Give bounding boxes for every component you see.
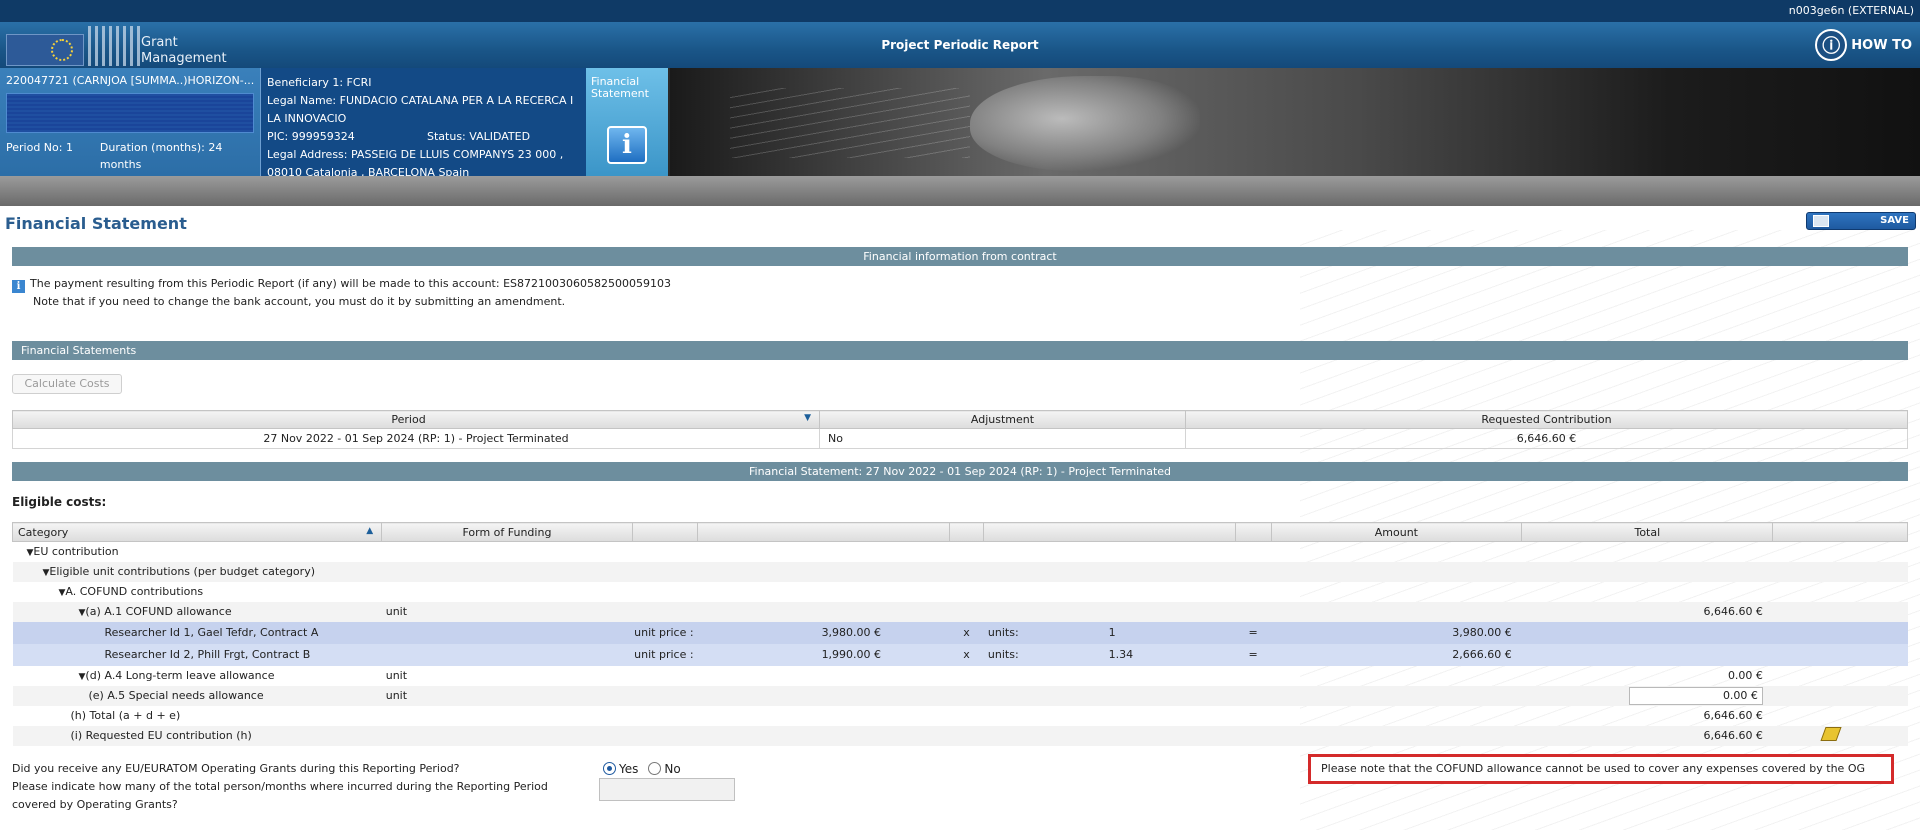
- column-header-form[interactable]: Form of Funding: [381, 522, 633, 542]
- financial-statements-header: Financial Statements: [12, 341, 1908, 360]
- total-value: 6,646.60 €: [1521, 601, 1773, 622]
- beneficiary-legal-name: Legal Name: FUNDACIO CATALANA PER A LA R…: [267, 94, 574, 125]
- total-value: 6,646.60 €: [1703, 709, 1763, 722]
- project-panel: 220047721 (CARNJOA [SUMMA..)HORIZON-... …: [0, 68, 260, 176]
- tree-row-eligible-unit[interactable]: ▼Eligible unit contributions (per budget…: [12, 561, 1908, 582]
- tree-row-eu[interactable]: ▼EU contribution: [13, 542, 1908, 562]
- og-question-2b: covered by Operating Grants?: [12, 798, 178, 811]
- header-decorative-image: [670, 68, 1920, 176]
- researcher-row[interactable]: Researcher Id 2, Phill Frgt, Contract B …: [12, 643, 1908, 666]
- logo-line-2: Management: [141, 51, 227, 66]
- og-radio-group: Yes No: [603, 762, 681, 776]
- adjustment-cell: No: [819, 428, 1186, 449]
- beneficiary-name: Beneficiary 1: FCRI: [267, 76, 372, 89]
- edit-icon[interactable]: [1820, 727, 1842, 741]
- project-pattern-graphic: [6, 93, 254, 133]
- howto-button[interactable]: ⓘ HOW TO: [1815, 28, 1912, 62]
- fs-tab-label-2: Statement: [591, 87, 649, 100]
- sort-down-icon: ▼: [804, 413, 811, 423]
- column-header-requested[interactable]: Requested Contribution: [1185, 410, 1908, 429]
- og-question-2a: Please indicate how many of the total pe…: [12, 780, 548, 793]
- og-no-radio[interactable]: No: [648, 762, 681, 776]
- info-icon: i: [12, 280, 25, 293]
- info-icon: i: [607, 126, 647, 164]
- requested-cell: 6,646.60 €: [1185, 428, 1908, 449]
- eligible-costs-table: Category ▲ Form of Funding Amount Total ▼…: [11, 522, 1908, 746]
- sort-up-icon: ▲: [366, 525, 374, 536]
- financial-statement-tab[interactable]: Financial Statement i: [586, 68, 668, 176]
- tree-row-a-cofund[interactable]: ▼A. COFUND contributions: [13, 582, 1908, 602]
- beneficiary-panel: Beneficiary 1: FCRI Legal Name: FUNDACIO…: [260, 68, 586, 176]
- unit-price-value: 3,980.00 €: [697, 621, 950, 644]
- column-header-category[interactable]: Category ▲: [11, 522, 383, 542]
- beneficiary-address: Legal Address: PASSEIG DE LLUIS COMPANYS…: [267, 148, 564, 176]
- tree-row-i[interactable]: (i) Requested EU contribution (h) 6,646.…: [12, 725, 1908, 746]
- save-label: SAVE: [1880, 215, 1909, 226]
- period-cell: 27 Nov 2022 - 01 Sep 2024 (RP: 1) - Proj…: [12, 428, 820, 449]
- howto-label: HOW TO: [1851, 37, 1912, 53]
- amendment-note: Note that if you need to change the bank…: [33, 295, 566, 308]
- researcher-name: Researcher Id 1, Gael Tefdr, Contract A: [12, 621, 633, 644]
- beneficiary-status: Status: VALIDATED: [427, 130, 531, 143]
- table-row[interactable]: 27 Nov 2022 - 01 Sep 2024 (RP: 1) - Proj…: [12, 428, 1908, 449]
- units-label: units: 1.34: [983, 643, 1236, 666]
- total-value: 6,646.60 €: [1521, 725, 1773, 746]
- researcher-row[interactable]: Researcher Id 1, Gael Tefdr, Contract A …: [12, 621, 1908, 644]
- column-header-total[interactable]: Total: [1521, 522, 1774, 542]
- beneficiary-pic: PIC: 999959324: [267, 130, 355, 143]
- og-question-1: Did you receive any EU/EURATOM Operating…: [12, 762, 460, 775]
- form-of-funding: unit: [385, 669, 408, 682]
- period-number: Period No: 1: [6, 141, 73, 154]
- calculate-costs-button[interactable]: Calculate Costs: [12, 374, 122, 394]
- project-title: 220047721 (CARNJOA [SUMMA..)HORIZON-...: [6, 74, 254, 87]
- tree-row-d[interactable]: ▼(d) A.4 Long-term leave allowance unit …: [13, 666, 1908, 686]
- column-header-amount[interactable]: Amount: [1270, 522, 1523, 542]
- bank-account-text: The payment resulting from this Periodic…: [30, 277, 671, 290]
- bank-account-notice: i The payment resulting from this Periodi…: [12, 275, 671, 311]
- financial-statement-header: Financial Statement: 27 Nov 2022 - 01 Se…: [12, 462, 1908, 481]
- units-value: 1.34: [1108, 648, 1134, 661]
- banner-title: Project Periodic Report: [881, 38, 1039, 52]
- save-icon: [1813, 215, 1829, 227]
- column-header-adjustment[interactable]: Adjustment: [819, 410, 1186, 429]
- page-title: Financial Statement: [5, 214, 187, 233]
- tree-row-a1[interactable]: ▼(a) A.1 COFUND allowance unit 6,646.60 …: [12, 601, 1908, 622]
- units-label: units: 1: [983, 621, 1236, 644]
- researcher-name: Researcher Id 2, Phill Frgt, Contract B: [12, 643, 633, 666]
- operating-grants-question: Did you receive any EU/EURATOM Operating…: [12, 760, 548, 814]
- unit-price-value: 1,990.00 €: [697, 643, 950, 666]
- top-bar: n003ge6n (EXTERNAL): [0, 0, 1920, 22]
- eligible-costs-label: Eligible costs:: [12, 495, 107, 509]
- amount-value: 2,666.60 €: [1271, 643, 1522, 666]
- og-warning-message: Please note that the COFUND allowance ca…: [1308, 754, 1894, 784]
- unit-price-label: unit price :: [632, 643, 698, 666]
- tree-row-e[interactable]: (e) A.5 Special needs allowance unit 0.0…: [12, 685, 1908, 706]
- project-strip: 220047721 (CARNJOA [SUMMA..)HORIZON-... …: [0, 68, 1920, 176]
- contract-section-header: Financial information from contract: [12, 247, 1908, 266]
- amount-value: 3,980.00 €: [1271, 621, 1522, 644]
- save-button[interactable]: SAVE: [1806, 212, 1916, 230]
- form-of-funding: unit: [381, 685, 633, 706]
- period-table: Period ▼ Adjustment Requested Contributio…: [12, 410, 1908, 449]
- total-value: 0.00 €: [1727, 669, 1763, 682]
- column-header-period[interactable]: Period ▼: [12, 410, 820, 429]
- unit-price-label: unit price :: [632, 621, 698, 644]
- radio-icon: [648, 762, 662, 775]
- howto-icon: ⓘ: [1815, 29, 1848, 61]
- user-label: n003ge6n (EXTERNAL): [1788, 4, 1914, 17]
- og-yes-radio[interactable]: Yes: [603, 762, 638, 776]
- form-of-funding: unit: [381, 601, 633, 622]
- units-value: 1: [1108, 626, 1116, 639]
- app-banner: Grant Management Project Periodic Report…: [0, 22, 1920, 68]
- tree-row-h[interactable]: (h) Total (a + d + e) 6,646.60 €: [13, 706, 1908, 726]
- special-needs-amount-input[interactable]: 0.00 €: [1628, 686, 1763, 705]
- radio-selected-icon: [603, 762, 616, 775]
- og-person-months-input[interactable]: [599, 778, 735, 801]
- header-divider: [0, 176, 1920, 206]
- project-duration: Duration (months): 24 months: [99, 141, 223, 171]
